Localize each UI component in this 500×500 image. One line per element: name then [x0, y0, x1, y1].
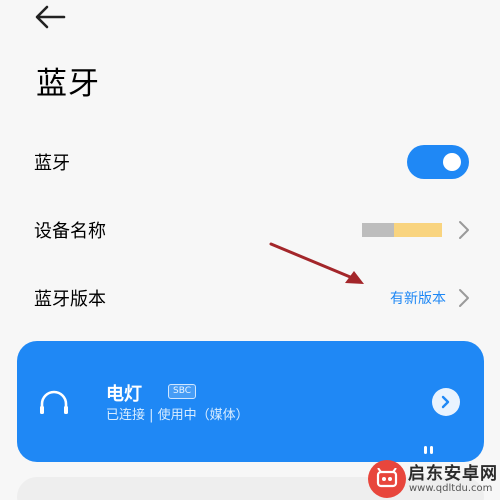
chevron-right-icon	[459, 221, 469, 239]
annotation-arrow-icon	[269, 242, 364, 284]
bluetooth-version-value: 有新版本	[390, 291, 446, 307]
bluetooth-toggle-row[interactable]: 蓝牙	[0, 136, 500, 188]
page-title: 蓝牙	[36, 66, 100, 102]
connected-device-card[interactable]: 电灯 SBC 已连接 | 使用中（媒体）	[17, 341, 484, 462]
watermark-url: www.qdltdu.com	[409, 483, 493, 494]
toggle-knob	[443, 153, 461, 171]
chevron-right-icon	[459, 289, 469, 307]
chevron-right-icon	[441, 395, 450, 409]
watermark-logo-icon	[368, 460, 406, 498]
bluetooth-toggle[interactable]	[407, 145, 469, 179]
back-arrow-icon	[35, 5, 66, 29]
codec-badge: SBC	[168, 384, 197, 399]
bluetooth-label: 蓝牙	[34, 153, 70, 174]
device-name-value-redacted	[362, 223, 442, 237]
bluetooth-version-label: 蓝牙版本	[34, 289, 106, 310]
watermark: 启东安卓网 www.qdltdu.com	[352, 455, 498, 500]
device-status: 已连接 | 使用中（媒体）	[106, 408, 249, 423]
headphones-icon	[40, 390, 68, 414]
back-button[interactable]	[34, 4, 66, 30]
device-name: 电灯	[106, 384, 142, 405]
device-name-label: 设备名称	[34, 221, 106, 242]
bluetooth-version-row[interactable]: 蓝牙版本 有新版本	[0, 272, 500, 324]
device-name-row[interactable]: 设备名称	[0, 204, 500, 256]
watermark-title: 启东安卓网	[408, 464, 498, 484]
device-details-button[interactable]	[432, 388, 460, 416]
